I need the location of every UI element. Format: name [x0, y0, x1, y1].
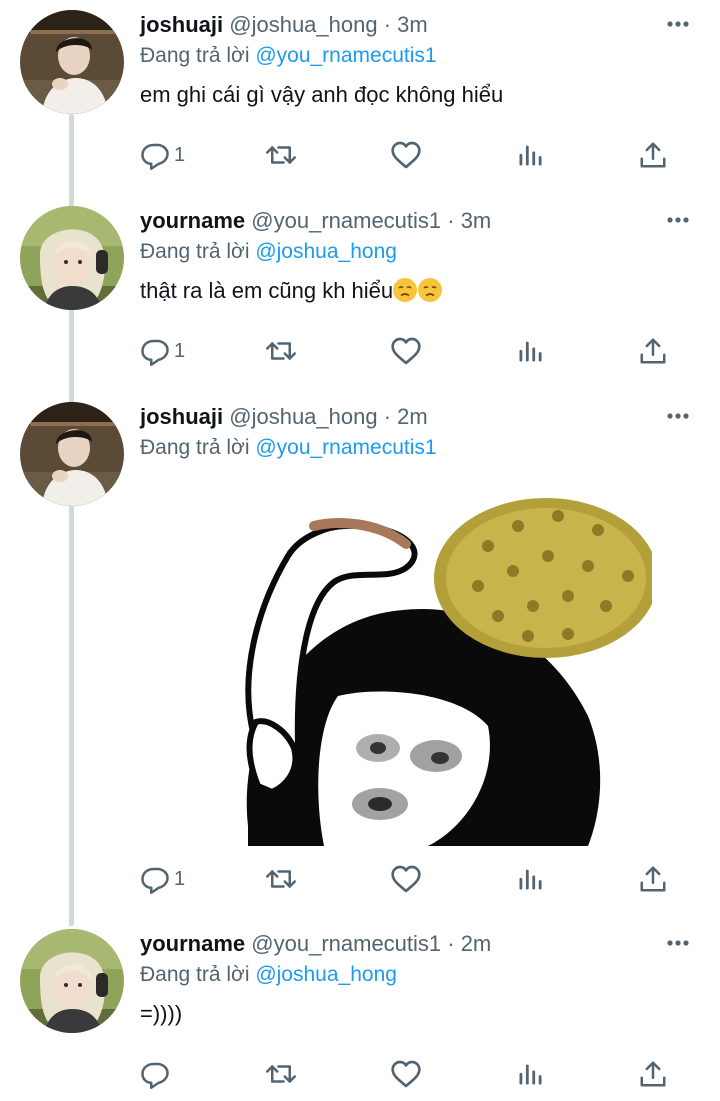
joshuaji-avatar-image [20, 402, 124, 506]
reply-count: 1 [174, 339, 186, 362]
retweet-icon [266, 146, 296, 164]
reply-prefix: Đang trả lời [140, 436, 250, 459]
like-button[interactable] [390, 1056, 422, 1092]
handle-and-time: @you_rnamecutis1 · 3m [251, 208, 492, 233]
views-icon [519, 145, 542, 166]
share-button[interactable] [638, 1056, 668, 1092]
share-button[interactable] [638, 861, 668, 897]
author-name[interactable]: yourname [140, 931, 245, 956]
like-button[interactable] [390, 137, 422, 173]
views-button[interactable] [516, 1056, 544, 1092]
retweet-button[interactable] [264, 861, 298, 897]
views-button[interactable] [516, 861, 544, 897]
reply-icon [141, 1062, 169, 1089]
reply-button[interactable] [140, 1056, 174, 1092]
reply-button[interactable]: 1 [140, 333, 185, 369]
meme-durian-on-head-image [228, 486, 652, 846]
reply-icon [141, 339, 169, 366]
reply-mention[interactable]: @joshua_hong [255, 963, 397, 986]
like-button[interactable] [390, 333, 422, 369]
like-icon [391, 1060, 421, 1088]
more-icon[interactable] [664, 208, 692, 232]
author-name[interactable]: joshuaji [140, 12, 223, 37]
retweet-button[interactable] [264, 1056, 298, 1092]
share-icon [640, 1061, 666, 1087]
like-icon [391, 141, 421, 169]
views-button[interactable] [516, 137, 544, 173]
reply-prefix: Đang trả lời [140, 44, 250, 67]
reply-prefix: Đang trả lời [140, 240, 250, 263]
share-icon [640, 142, 666, 168]
share-button[interactable] [638, 137, 668, 173]
reply-icon [141, 143, 169, 170]
yourname-avatar-image [20, 206, 124, 310]
views-icon [519, 869, 542, 890]
reply-context: Đang trả lời @you_rnamecutis1 [140, 42, 700, 70]
tweet-text: thật ra là em cũng kh hiểu [140, 278, 394, 303]
reply-button[interactable]: 1 [140, 137, 185, 173]
tweet-media-image[interactable] [228, 486, 652, 846]
reply-context: Đang trả lời @joshua_hong [140, 961, 700, 989]
action-bar [140, 1056, 680, 1092]
more-icon[interactable] [664, 931, 692, 955]
like-icon [391, 865, 421, 893]
reply-button[interactable]: 1 [140, 861, 185, 897]
reply-context: Đang trả lời @you_rnamecutis1 [140, 434, 700, 462]
action-bar: 1 [140, 861, 680, 897]
reply-mention[interactable]: @you_rnamecutis1 [255, 436, 436, 459]
avatar[interactable] [20, 402, 124, 506]
retweet-button[interactable] [264, 333, 298, 369]
disappointed-face-emoji-icon [393, 278, 418, 302]
handle-and-time: @joshua_hong · 2m [229, 404, 428, 429]
reply-mention[interactable]: @joshua_hong [255, 240, 397, 263]
reply-icon [141, 867, 169, 894]
share-button[interactable] [638, 333, 668, 369]
like-icon [391, 337, 421, 365]
yourname-avatar-image [20, 929, 124, 1033]
reply-context: Đang trả lời @joshua_hong [140, 238, 700, 266]
author-name[interactable]: yourname [140, 208, 245, 233]
avatar[interactable] [20, 206, 124, 310]
tweet-text: em ghi cái gì vậy anh đọc không hiểu [140, 82, 504, 107]
more-icon[interactable] [664, 12, 692, 36]
joshuaji-avatar-image [20, 10, 124, 114]
views-icon [519, 1064, 542, 1085]
author-name[interactable]: joshuaji [140, 404, 223, 429]
action-bar: 1 [140, 137, 680, 173]
reply-mention[interactable]: @you_rnamecutis1 [255, 44, 436, 67]
reply-prefix: Đang trả lời [140, 963, 250, 986]
reply-count: 1 [174, 867, 186, 890]
share-icon [640, 866, 666, 892]
views-icon [519, 341, 542, 362]
action-bar: 1 [140, 333, 680, 369]
avatar[interactable] [20, 929, 124, 1033]
avatar[interactable] [20, 10, 124, 114]
handle-and-time: @joshua_hong · 3m [229, 12, 428, 37]
share-icon [640, 338, 666, 364]
views-button[interactable] [516, 333, 544, 369]
retweet-icon [266, 1065, 296, 1083]
tweet-text: =)))) [140, 1001, 183, 1026]
handle-and-time: @you_rnamecutis1 · 2m [251, 931, 492, 956]
more-icon[interactable] [664, 404, 692, 428]
reply-count: 1 [174, 143, 186, 166]
tweet-text-line: thật ra là em cũng kh hiểu [140, 276, 700, 306]
retweet-icon [266, 870, 296, 888]
retweet-icon [266, 342, 296, 360]
retweet-button[interactable] [264, 137, 298, 173]
like-button[interactable] [390, 861, 422, 897]
disappointed-face-emoji-icon [418, 278, 443, 302]
